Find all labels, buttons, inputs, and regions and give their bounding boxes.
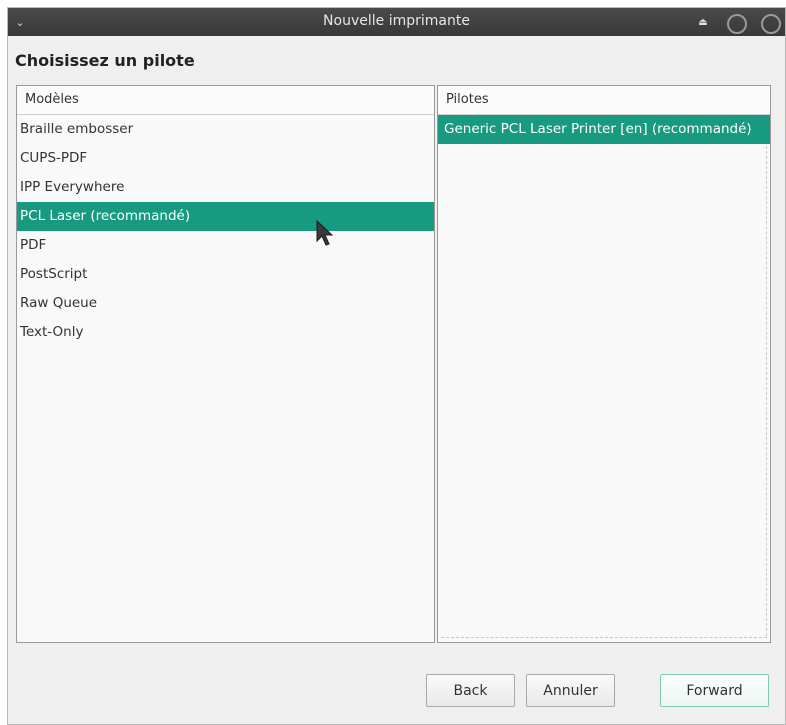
forward-button[interactable]: Forward <box>660 674 769 707</box>
back-button[interactable]: Back <box>426 674 515 707</box>
model-item-raw-queue[interactable]: Raw Queue <box>17 289 434 318</box>
eject-icon[interactable]: ⏏ <box>695 14 711 30</box>
models-column-header[interactable]: Modèles <box>17 86 434 115</box>
mouse-cursor-icon <box>316 219 334 246</box>
title-bar[interactable]: ⌄ Nouvelle imprimante ⏏ <box>8 8 785 36</box>
driver-item-generic-pcl[interactable]: Generic PCL Laser Printer [en] (recomman… <box>438 115 770 144</box>
model-item-braille-embosser[interactable]: Braille embosser <box>17 115 434 144</box>
model-item-ipp-everywhere[interactable]: IPP Everywhere <box>17 173 434 202</box>
page-title: Choisissez un pilote <box>15 51 195 70</box>
drivers-list[interactable]: Pilotes Generic PCL Laser Printer [en] (… <box>437 85 771 643</box>
close-icon[interactable] <box>761 14 781 34</box>
models-list[interactable]: Modèles Braille embosser CUPS-PDF IPP Ev… <box>16 85 435 643</box>
model-item-postscript[interactable]: PostScript <box>17 260 434 289</box>
drivers-column-header[interactable]: Pilotes <box>438 86 770 115</box>
model-item-pdf[interactable]: PDF <box>17 231 434 260</box>
minimize-icon[interactable] <box>727 14 747 34</box>
model-item-text-only[interactable]: Text-Only <box>17 318 434 347</box>
cancel-button[interactable]: Annuler <box>526 674 615 707</box>
window-title: Nouvelle imprimante <box>323 13 470 29</box>
model-item-pcl-laser[interactable]: PCL Laser (recommandé) <box>17 202 434 231</box>
focus-outline <box>766 146 767 636</box>
focus-outline-bottom <box>441 637 767 638</box>
model-item-cups-pdf[interactable]: CUPS-PDF <box>17 144 434 173</box>
